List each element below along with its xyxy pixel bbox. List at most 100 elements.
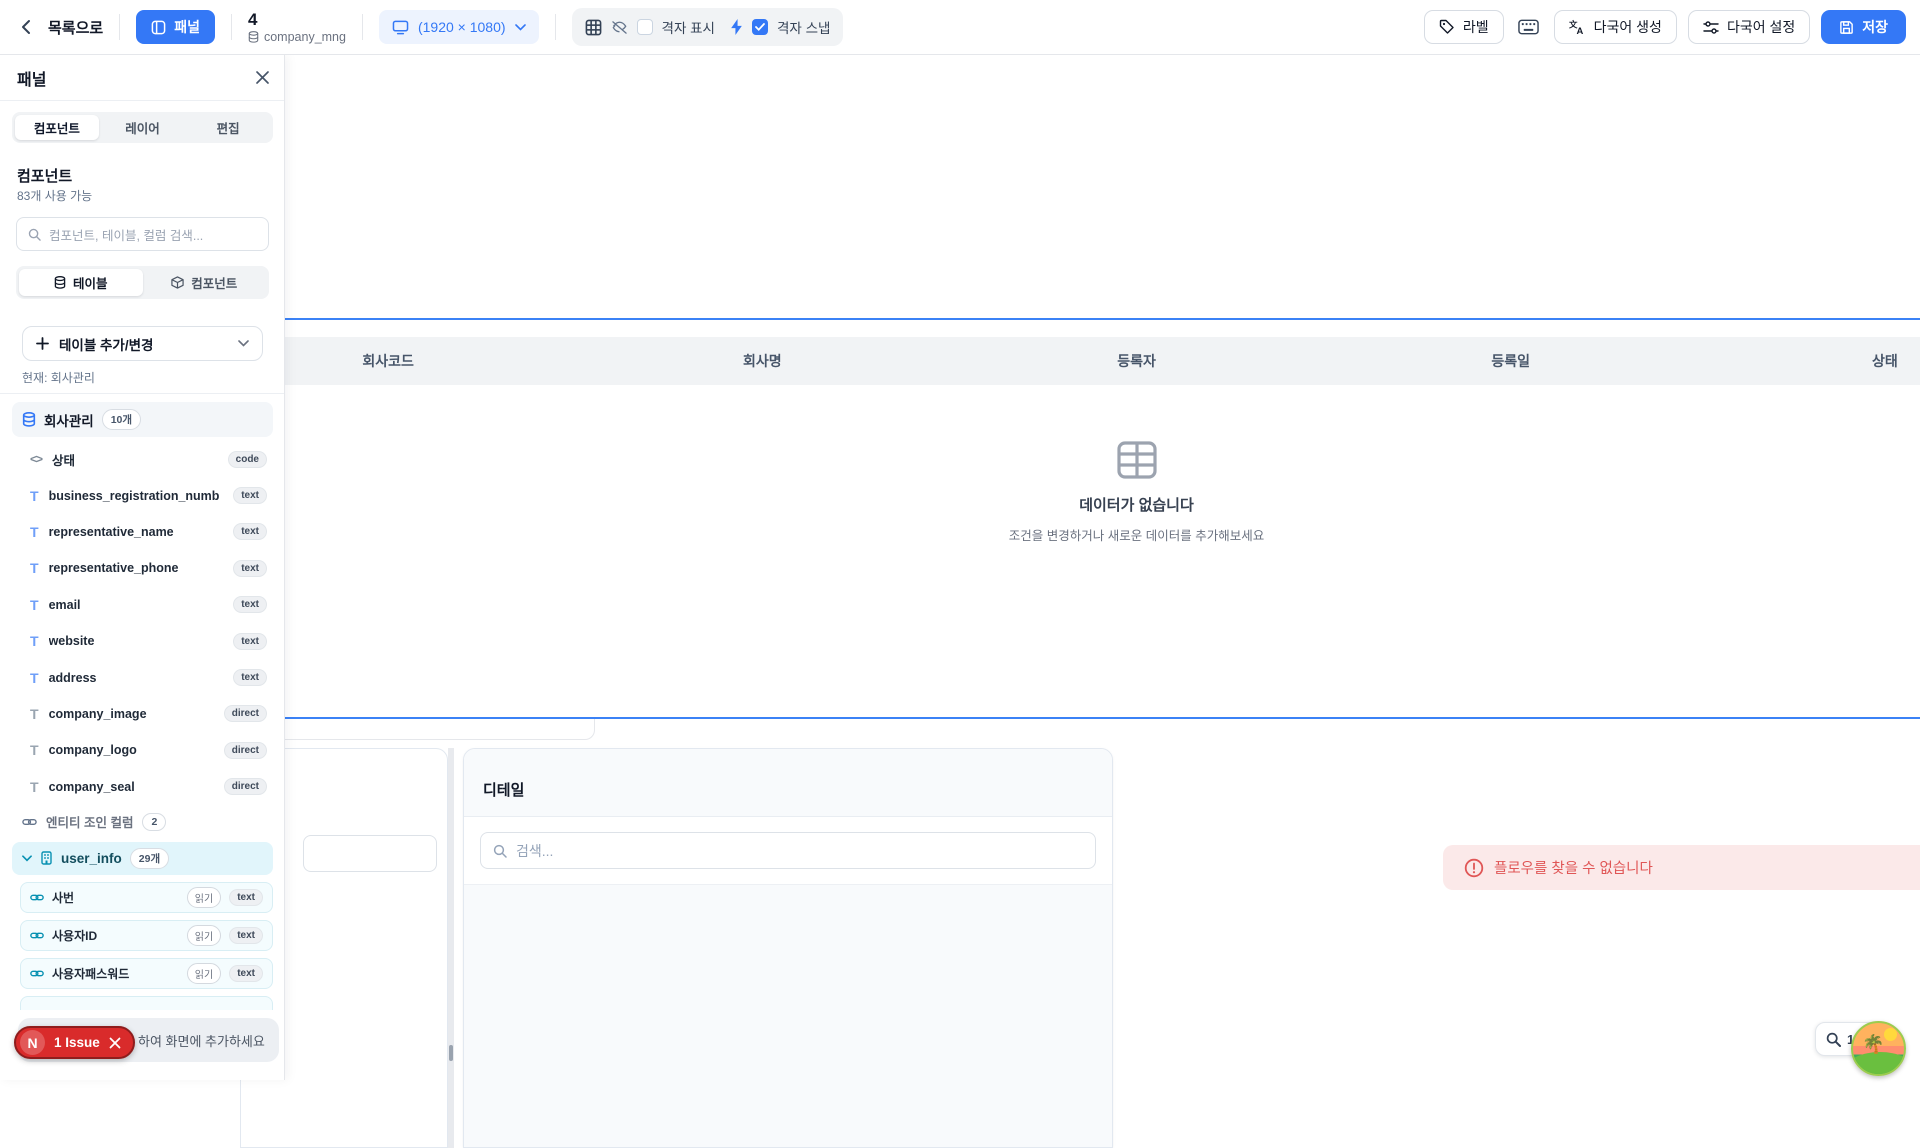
- back-arrow-icon: [18, 18, 36, 36]
- left-card-input[interactable]: [303, 835, 437, 872]
- chevron-down-icon[interactable]: [22, 855, 32, 862]
- plus-icon: [36, 337, 49, 350]
- join-field-row-partial[interactable]: [20, 996, 273, 1010]
- close-icon[interactable]: [109, 1037, 121, 1049]
- field-row[interactable]: T representative_name text: [12, 514, 273, 550]
- panel-view-toggle: 테이블 컴포넌트: [16, 266, 269, 299]
- component-search-input[interactable]: 컴포넌트, 테이블, 컬럼 검색...: [16, 217, 269, 251]
- i18n-settings-button[interactable]: 다국어 설정: [1688, 10, 1810, 44]
- field-name: 상태: [52, 450, 218, 469]
- database-icon: [248, 31, 259, 43]
- divider: [0, 393, 284, 394]
- text-icon: T: [30, 633, 39, 649]
- brand-n-logo: N: [20, 1030, 45, 1055]
- label-button-text: 라벨: [1463, 17, 1489, 37]
- component-search-placeholder: 컴포넌트, 테이블, 컬럼 검색...: [49, 225, 203, 244]
- error-icon: [1464, 858, 1484, 878]
- database-icon: [22, 412, 36, 427]
- join-table-count-badge: 29개: [130, 848, 169, 869]
- field-row[interactable]: T address text: [12, 659, 273, 695]
- components-section-title: 컴포넌트: [17, 165, 72, 186]
- table-group-row[interactable]: 회사관리 10개: [12, 402, 273, 437]
- column-header[interactable]: 등록일: [1324, 351, 1698, 371]
- resolution-selector[interactable]: (1920 × 1080): [379, 10, 539, 44]
- tag-icon: [1439, 19, 1455, 35]
- detail-search-input[interactable]: 검색...: [480, 832, 1096, 869]
- back-label: 목록으로: [48, 17, 103, 38]
- text-icon: T: [30, 597, 39, 613]
- issue-badge[interactable]: N 1 Issue: [14, 1026, 135, 1059]
- field-type-badge: direct: [224, 778, 267, 795]
- empty-state-title: 데이터가 없습니다: [1079, 494, 1194, 515]
- field-row[interactable]: T business_registration_numb text: [12, 477, 273, 513]
- field-row[interactable]: T representative_phone text: [12, 550, 273, 586]
- tab-components[interactable]: 컴포넌트: [15, 115, 99, 140]
- text-icon: T: [30, 488, 39, 504]
- keyboard-shortcuts-button[interactable]: [1515, 13, 1543, 41]
- monitor-icon: [392, 20, 409, 35]
- i18n-generate-button[interactable]: 文A 다국어 생성: [1554, 10, 1677, 44]
- toggle-table-view[interactable]: 테이블: [19, 269, 143, 296]
- join-field-row[interactable]: 사용자패스워드 읽기 text: [20, 958, 273, 989]
- field-type-badge: text: [233, 487, 267, 504]
- table-name: company_mng: [264, 30, 346, 44]
- tab-edit[interactable]: 편집: [186, 115, 270, 140]
- column-header[interactable]: 상태: [1698, 351, 1920, 371]
- readonly-badge: 읽기: [187, 963, 221, 984]
- detail-search-row: 검색...: [464, 817, 1112, 885]
- join-field-row[interactable]: 사용자ID 읽기 text: [20, 920, 273, 951]
- splitter-handle[interactable]: [449, 1045, 453, 1061]
- grid-icon[interactable]: [585, 19, 602, 36]
- close-icon[interactable]: [255, 70, 270, 85]
- field-row[interactable]: T company_seal direct: [12, 769, 273, 805]
- link-icon: [30, 969, 44, 978]
- tab-layers[interactable]: 레이어: [101, 115, 185, 140]
- lightning-icon: [730, 19, 743, 35]
- table-component-selected[interactable]: 회사코드 회사명 등록자 등록일 상태 데이터가 없습니다 조건을 변경하거나 …: [199, 318, 1920, 719]
- toggle-component-view[interactable]: 컴포넌트: [143, 269, 267, 296]
- field-name: business_registration_numb: [49, 489, 224, 503]
- join-field-row[interactable]: 사번 읽기 text: [20, 882, 273, 913]
- field-type-badge: text: [233, 596, 267, 613]
- divider: [231, 14, 232, 40]
- label-button[interactable]: 라벨: [1424, 10, 1504, 44]
- panel-title: 패널: [17, 66, 46, 90]
- error-toast-text: 플로우를 찾을 수 없습니다: [1494, 857, 1653, 878]
- eye-off-icon[interactable]: [611, 20, 628, 35]
- vertical-splitter[interactable]: [448, 748, 454, 1148]
- grid-show-checkbox[interactable]: [637, 19, 653, 35]
- field-name: representative_phone: [49, 561, 224, 575]
- field-type-badge: text: [233, 669, 267, 686]
- join-field-name: 사번: [52, 889, 179, 906]
- field-row[interactable]: T email text: [12, 587, 273, 623]
- issue-count-label: 1 Issue: [54, 1035, 100, 1050]
- entity-join-section-row[interactable]: 엔티티 조인 컬럼 2: [12, 805, 273, 839]
- field-row[interactable]: T website text: [12, 623, 273, 659]
- back-to-list-button[interactable]: 목록으로: [18, 17, 103, 38]
- join-table-group-row[interactable]: user_info 29개: [12, 842, 273, 875]
- save-button[interactable]: 저장: [1821, 10, 1906, 44]
- field-row[interactable]: T company_logo direct: [12, 732, 273, 768]
- toggle-component-label: 컴포넌트: [191, 273, 237, 292]
- field-row[interactable]: T company_image direct: [12, 696, 273, 732]
- add-table-button[interactable]: 테이블 추가/변경: [22, 326, 263, 361]
- field-type-badge: text: [233, 633, 267, 650]
- column-header[interactable]: 등록자: [949, 351, 1323, 371]
- island-sticker[interactable]: 🌴: [1851, 1021, 1906, 1076]
- field-name: address: [49, 671, 224, 685]
- panel-toggle-button[interactable]: 패널: [136, 10, 215, 44]
- field-row[interactable]: 상태 code: [12, 441, 273, 477]
- sliders-icon: [1703, 20, 1719, 35]
- search-icon: [493, 844, 507, 858]
- i18n-generate-label: 다국어 생성: [1594, 17, 1662, 37]
- divider: [362, 14, 363, 40]
- column-header[interactable]: 회사명: [575, 351, 949, 371]
- sun-graphic: [1884, 1028, 1897, 1041]
- editor-canvas[interactable]: 회사코드 회사명 등록자 등록일 상태 데이터가 없습니다 조건을 변경하거나 …: [0, 55, 1920, 1080]
- detail-panel-component[interactable]: 디테일 검색...: [463, 748, 1113, 1148]
- detail-panel-body: [464, 885, 1112, 1147]
- hill-graphic: [1851, 1052, 1906, 1076]
- field-type-badge: text: [233, 560, 267, 577]
- grid-snap-checkbox[interactable]: [752, 19, 768, 35]
- field-name: website: [49, 634, 224, 648]
